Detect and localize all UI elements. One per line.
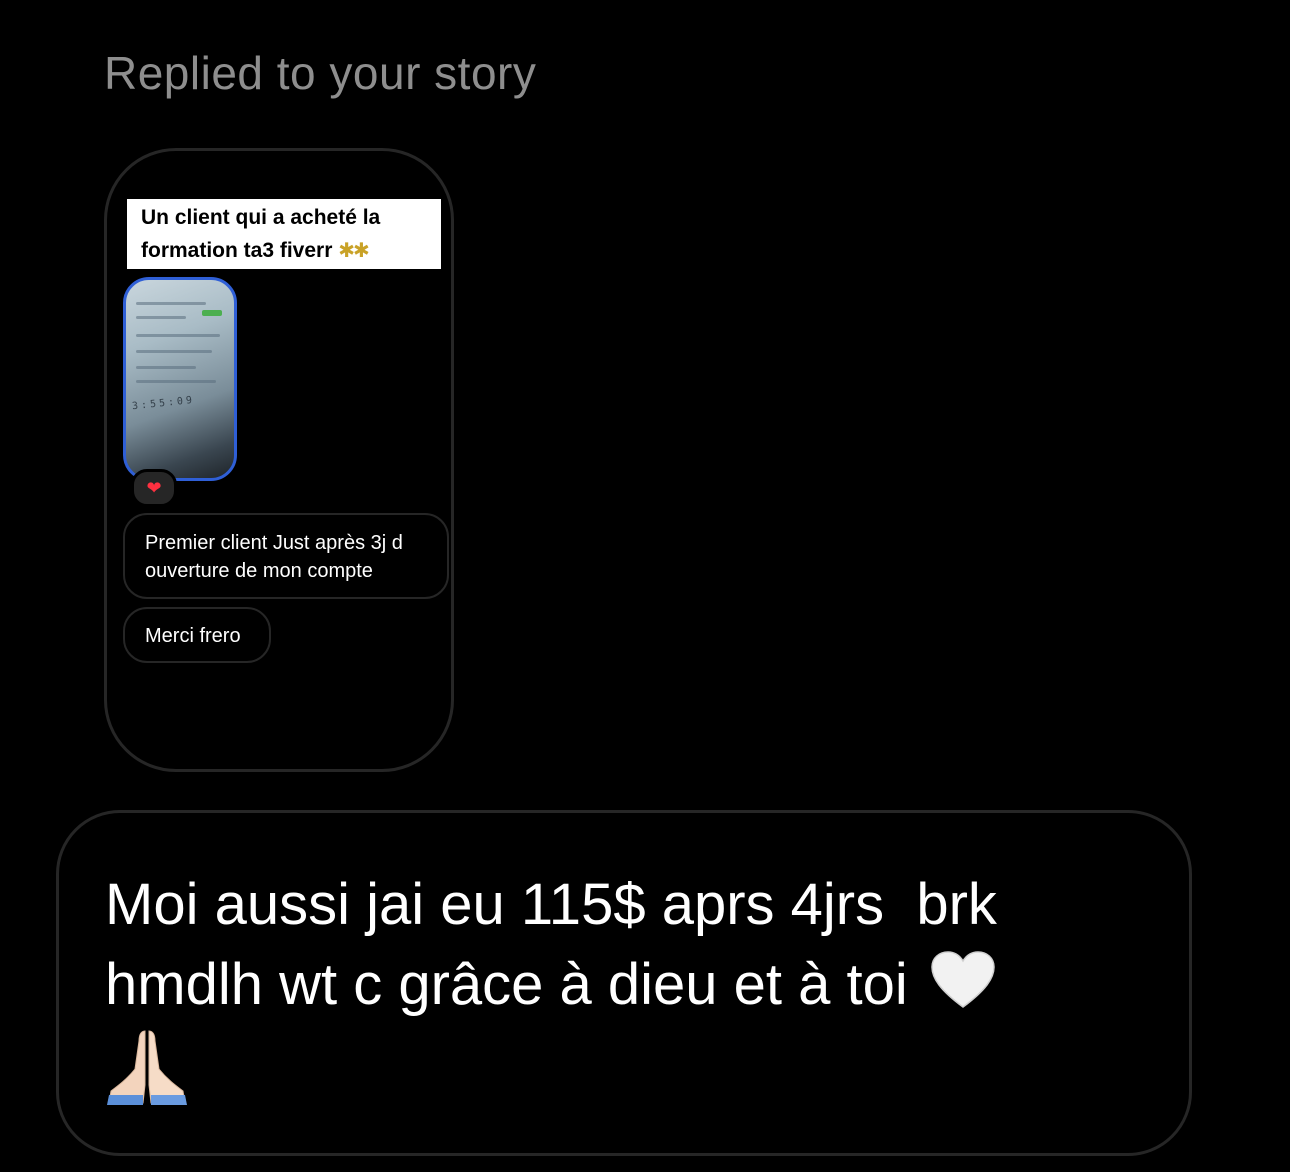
story-caption-line-1: Un client qui a acheté la (141, 206, 381, 229)
thumbnail-detail (136, 302, 206, 305)
folded-hands-icon (105, 1025, 189, 1105)
thumbnail-detail (202, 310, 222, 316)
story-reply-bubble: Premier client Just après 3j d ouverture… (123, 513, 449, 599)
white-heart-icon (930, 950, 996, 1010)
story-thumbnail[interactable]: 3:55:09 (123, 277, 237, 481)
story-caption-line-2: formation ta3 fiverr (141, 239, 333, 262)
thumbnail-detail (136, 334, 220, 337)
thumbnail-detail (136, 366, 196, 369)
story-reply-bubble: Merci frero (123, 607, 271, 663)
heart-icon[interactable]: ❤ (131, 469, 177, 507)
message-bubble[interactable]: Moi aussi jai eu 115$ aprs 4jrs brk hmdl… (56, 810, 1192, 1156)
story-caption: Un client qui a acheté la formation ta3 … (127, 199, 441, 269)
replied-to-story-label: Replied to your story (104, 47, 537, 99)
thumbnail-digits: 3:55:09 (131, 394, 196, 413)
thumbnail-detail (136, 316, 186, 319)
party-popper-icon: ✱✱ (338, 240, 369, 262)
thumbnail-detail (136, 380, 216, 383)
story-preview-card[interactable]: Un client qui a acheté la formation ta3 … (104, 148, 454, 772)
message-text: Moi aussi jai eu 115$ aprs 4jrs brk hmdl… (105, 872, 1014, 1017)
thumbnail-detail (136, 350, 212, 353)
